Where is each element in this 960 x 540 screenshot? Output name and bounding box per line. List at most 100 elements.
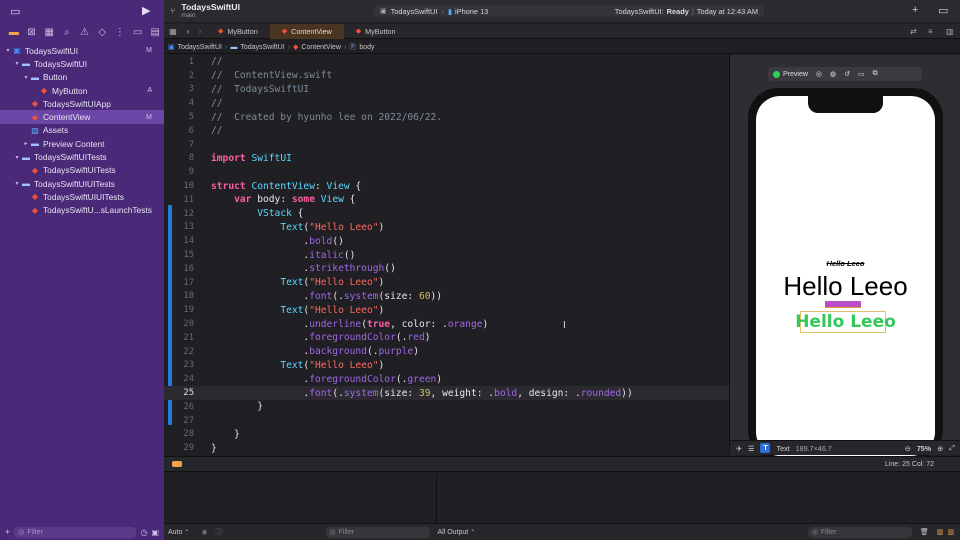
sidebar-item[interactable]: ▾ ▣ TodaysSwiftUI M [0, 44, 164, 57]
jumpbar-item[interactable]: TodaysSwiftUI [178, 44, 222, 51]
device-name[interactable]: iPhone 13 [455, 7, 488, 16]
jumpbar-item[interactable]: TodaysSwiftUI [240, 44, 284, 51]
variables-filter-input[interactable]: ◎ Filter [325, 526, 430, 538]
code-line[interactable]: 2 // ContentView.swift [164, 69, 729, 83]
code-line[interactable]: 16 .strikethrough() [164, 262, 729, 276]
code-line[interactable]: 25 .font(.system(size: 39, weight: .bold… [164, 386, 729, 400]
modified-files-icon[interactable]: ▣ [151, 528, 159, 537]
add-icon[interactable]: + [912, 4, 918, 16]
preview-text-underlined-background[interactable] [825, 301, 861, 308]
zoom-fit-icon[interactable]: ⤢ [949, 443, 955, 453]
show-variables-icon[interactable]: ▥ [937, 528, 944, 536]
chevron-down-icon[interactable]: ▾ [13, 180, 21, 187]
code-line[interactable]: 14 .bold() [164, 234, 729, 248]
code-line[interactable]: 24 .foregroundColor(.green) [164, 372, 729, 386]
code-line[interactable]: 1 // [164, 55, 729, 69]
recent-files-icon[interactable]: ◷ [140, 528, 147, 537]
editor-grid-icon[interactable]: ▦ [164, 27, 182, 36]
related-items-icon[interactable]: ⇄ [910, 27, 917, 36]
issue-navigator-icon[interactable]: ⚠ [76, 25, 94, 39]
forward-arrow-icon[interactable]: › [194, 26, 206, 36]
code-line[interactable]: 4 // [164, 96, 729, 110]
folder-navigator-icon[interactable]: ▬ [5, 25, 23, 39]
sidebar-item[interactable]: ◆ TodaysSwiftUIApp [0, 97, 164, 110]
chevron-down-icon[interactable]: ▾ [4, 47, 12, 54]
inspector-toggle-icon[interactable]: ▭ [938, 4, 948, 17]
chevron-down-icon[interactable]: ▾ [22, 74, 30, 81]
preview-text-green-rounded[interactable]: Hello Leeo [756, 312, 935, 332]
tab-mybutton-2[interactable]: ◆ MyButton [344, 24, 408, 39]
symbol-navigator-icon[interactable]: ▦ [40, 25, 58, 39]
chevron-right-icon[interactable]: ▸ [22, 140, 30, 147]
sidebar-item[interactable]: ◆ MyButton A [0, 84, 164, 97]
jumpbar-item[interactable]: body [359, 44, 374, 51]
test-navigator-icon[interactable]: ◇ [93, 25, 111, 39]
code-line[interactable]: 17 Text("Hello Leeo") [164, 276, 729, 290]
color-scheme-icon[interactable]: ◍ [830, 70, 836, 78]
debug-navigator-icon[interactable]: ⋮ [111, 25, 129, 39]
sidebar-toggle-icon[interactable]: ▭ [10, 5, 20, 18]
chevron-down-icon[interactable]: ▾ [13, 60, 21, 67]
code-line[interactable]: 5 // Created by hyunho lee on 2022/06/22. [164, 110, 729, 124]
sidebar-item[interactable]: ▸ ▬ Preview Content [0, 137, 164, 150]
code-line[interactable]: 21 .foregroundColor(.red) [164, 331, 729, 345]
show-console-icon[interactable]: ▥ [947, 528, 954, 536]
code-line[interactable]: 27 [164, 414, 729, 428]
zoom-in-icon[interactable]: ⊕ [937, 444, 943, 453]
sidebar-item[interactable]: ◆ TodaysSwiftU...sLaunchTests [0, 204, 164, 217]
code-line[interactable]: 8 import SwiftUI [164, 152, 729, 166]
tab-contentview[interactable]: ◆ ContentView [269, 23, 344, 39]
find-navigator-icon[interactable]: ⌕ [58, 25, 76, 39]
sidebar-item[interactable]: ◆ ContentView M [0, 110, 164, 124]
code-line[interactable]: 12 VStack { [164, 207, 729, 221]
sidebar-item[interactable]: ▾ ▬ TodaysSwiftUIUITests [0, 177, 164, 190]
trash-icon[interactable]: 🗑 [920, 528, 929, 536]
pin-icon[interactable]: ✈ [736, 444, 742, 453]
code-line[interactable]: 28 } [164, 428, 729, 442]
auto-menu[interactable]: Auto ⌃ [168, 529, 189, 536]
preview-text-strikethrough[interactable]: Hello Leeo [756, 259, 935, 268]
code-line[interactable]: 7 [164, 138, 729, 152]
zoom-out-icon[interactable]: ⊖ [905, 444, 911, 453]
sidebar-item[interactable]: ◆ TodaysSwiftUITests [0, 164, 164, 177]
info-icon[interactable]: ⓘ [216, 527, 223, 537]
tab-mybutton[interactable]: ◆ MyButton [206, 24, 270, 39]
jumpbar-item[interactable]: ContentView [301, 44, 341, 51]
orientation-icon[interactable]: ↺ [844, 70, 850, 78]
source-control-icon[interactable]: ⊠ [23, 25, 41, 39]
back-arrow-icon[interactable]: ‹ [182, 26, 194, 36]
sidebar-item[interactable]: ◆ TodaysSwiftUIUITests [0, 190, 164, 203]
preview-button[interactable]: Preview [773, 70, 808, 78]
sidebar-item[interactable]: ▾ ▬ Button [0, 71, 164, 84]
sidebar-item[interactable]: ▧ Assets [0, 124, 164, 137]
code-line[interactable]: 15 .italic() [164, 248, 729, 262]
report-navigator-icon[interactable]: ▤ [146, 25, 164, 39]
zoom-level[interactable]: 75% [917, 444, 931, 453]
code-line[interactable]: 19 Text("Hello Leeo") [164, 303, 729, 317]
code-line[interactable]: 20 .underline(true, color: .orange) [164, 317, 729, 331]
code-line[interactable]: 18 .font(.system(size: 60)) [164, 290, 729, 304]
navigator-filter-input[interactable]: ◎ Filter [14, 526, 137, 538]
source-editor[interactable]: 1 // 2 // ContentView.swift 3 // TodaysSwiftU… [164, 55, 729, 455]
code-line[interactable]: 6 // [164, 124, 729, 138]
code-line[interactable]: 26 } [164, 400, 729, 414]
code-line[interactable]: 29} [164, 441, 729, 455]
eye-icon[interactable]: ◉ [201, 528, 207, 536]
device-settings-icon[interactable]: ▭ [858, 70, 865, 78]
project-heading[interactable]: TodaysSwiftUI main [181, 2, 240, 20]
breakpoint-navigator-icon[interactable]: ▭ [129, 25, 147, 39]
scheme-target[interactable]: TodaysSwiftUI [391, 7, 438, 16]
preview-text-large[interactable]: Hello Leeo [756, 271, 935, 302]
split-editor-icon[interactable]: ▥ [946, 27, 954, 36]
sidebar-item[interactable]: ▾ ▬ TodaysSwiftUI [0, 57, 164, 70]
duplicate-icon[interactable]: ⧉ [873, 70, 878, 78]
code-line[interactable]: 3 // TodaysSwiftUI [164, 83, 729, 97]
add-file-icon[interactable]: + [5, 527, 10, 537]
scheme-activity-bar[interactable]: ▣ TodaysSwiftUI › ▮ iPhone 13 TodaysSwif… [374, 5, 764, 17]
sidebar-item[interactable]: ▾ ▬ TodaysSwiftUITests [0, 150, 164, 163]
run-button[interactable]: ▶ [142, 4, 150, 17]
code-line[interactable]: 13 Text("Hello Leeo") [164, 221, 729, 235]
inspect-icon[interactable]: ◎ [816, 70, 822, 78]
debug-toggle-icon[interactable] [172, 461, 182, 467]
code-line[interactable]: 23 Text("Hello Leeo") [164, 359, 729, 373]
